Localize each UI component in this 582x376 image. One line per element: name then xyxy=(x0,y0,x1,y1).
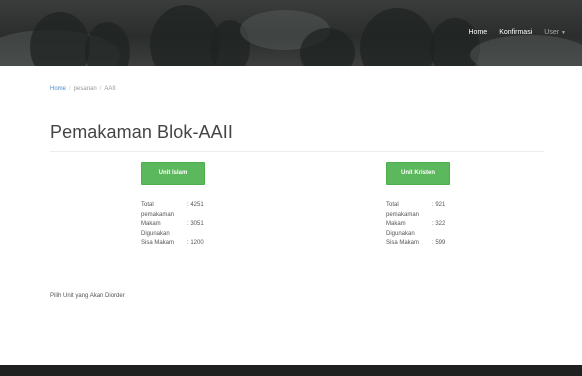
chevron-down-icon: ▼ xyxy=(561,30,566,36)
nav-user-label: User xyxy=(544,29,560,36)
unit-card-islam: Unit Islam Total pemakaman 4251 Makam Di… xyxy=(141,162,205,249)
stat-label: Sisa Makam xyxy=(141,240,175,246)
stat-label: Makam Digunakan xyxy=(386,221,415,237)
stat-row: Total pemakaman 921 xyxy=(386,201,450,220)
unit-kristen-button[interactable]: Unit Kristen xyxy=(386,162,450,185)
nav-konfirmasi[interactable]: Konfirmasi xyxy=(499,29,532,36)
breadcrumb: Home / pesanan / AAII xyxy=(50,86,116,92)
breadcrumb-current: AAII xyxy=(104,86,116,92)
breadcrumb-pesanan: pesanan xyxy=(73,86,97,92)
unit-islam-button[interactable]: Unit Islam xyxy=(141,162,205,185)
top-nav: Home Konfirmasi User ▼ xyxy=(469,29,567,36)
stat-value: 921 xyxy=(432,201,445,220)
stat-value: 599 xyxy=(432,239,445,249)
stat-row: Sisa Makam 1200 xyxy=(141,239,205,249)
stat-value: 3051 xyxy=(187,220,203,239)
stat-label: Total pemakaman xyxy=(141,202,175,218)
nav-home[interactable]: Home xyxy=(469,29,488,36)
stat-row: Total pemakaman 4251 xyxy=(141,201,205,220)
stat-label: Makam Digunakan xyxy=(141,221,170,237)
stat-row: Sisa Makam 599 xyxy=(386,239,450,249)
stat-label: Total pemakaman xyxy=(386,202,420,218)
header-banner: Home Konfirmasi User ▼ xyxy=(0,0,582,66)
unit-islam-stats: Total pemakaman 4251 Makam Digunakan 305… xyxy=(141,201,205,249)
title-divider xyxy=(50,151,544,152)
unit-card-kristen: Unit Kristen Total pemakaman 921 Makam D… xyxy=(386,162,450,249)
stat-row: Makam Digunakan 3051 xyxy=(141,220,205,239)
breadcrumb-separator: / xyxy=(99,86,102,92)
breadcrumb-home[interactable]: Home xyxy=(50,86,66,92)
stat-value: 322 xyxy=(432,220,445,239)
breadcrumb-separator: / xyxy=(69,86,71,92)
stat-value: 1200 xyxy=(187,239,203,249)
nav-user-dropdown[interactable]: User ▼ xyxy=(544,29,566,36)
stat-row: Makam Digunakan 322 xyxy=(386,220,450,239)
unit-kristen-stats: Total pemakaman 921 Makam Digunakan 322 … xyxy=(386,201,450,249)
stat-label: Sisa Makam xyxy=(386,240,420,246)
instruction-text: Pilih Unit yang Akan Diorder xyxy=(50,293,125,299)
stat-value: 4251 xyxy=(187,201,203,220)
footer-bar xyxy=(0,365,582,376)
page-title: Pemakaman Blok-AAII xyxy=(50,122,233,142)
